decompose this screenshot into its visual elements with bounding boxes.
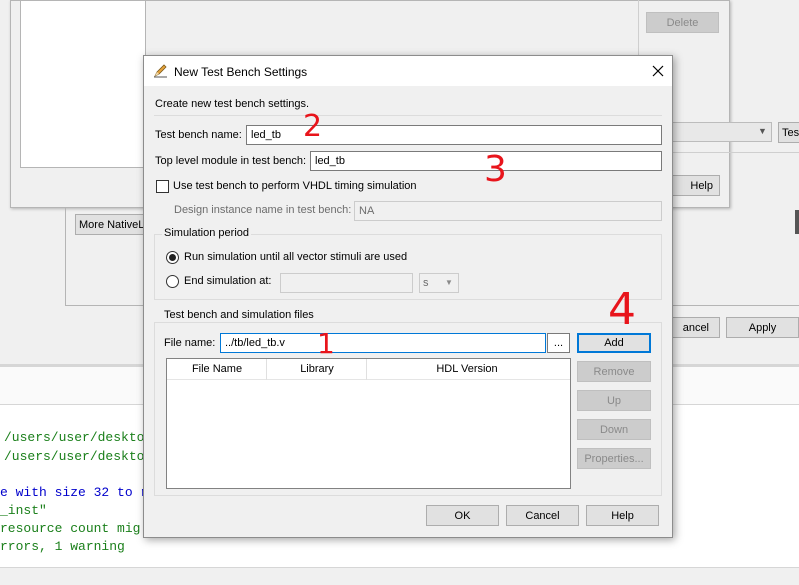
design-instance-label: Design instance name in test bench:	[174, 204, 352, 216]
test-bench-dialog: New Test Bench Settings Create new test …	[143, 55, 673, 538]
console-line-4: _inst"	[0, 503, 47, 518]
up-button[interactable]: Up	[577, 390, 651, 411]
console-line-5: resource count mig	[0, 521, 141, 536]
add-button[interactable]: Add	[577, 333, 651, 353]
bg-test-button[interactable]: Tes	[778, 122, 799, 143]
bg-delete-button[interactable]: Delete	[646, 12, 719, 33]
dialog-title: New Test Bench Settings	[174, 65, 308, 79]
bg-apply-button[interactable]: Apply	[726, 317, 799, 338]
bg-native-link-button[interactable]: More NativeLi	[75, 214, 150, 235]
browse-button[interactable]: ...	[547, 333, 570, 353]
bg-combo[interactable]	[672, 122, 772, 142]
column-file-name[interactable]: File Name	[167, 363, 267, 375]
help-button[interactable]: Help	[586, 505, 659, 526]
annotation-number-4: 4	[608, 284, 636, 335]
pencil-icon	[154, 64, 167, 78]
chevron-down-icon: ▼	[758, 126, 767, 136]
file-name-input[interactable]: ../tb/led_tb.v	[220, 333, 546, 353]
properties-button[interactable]: Properties...	[577, 448, 651, 469]
remove-button[interactable]: Remove	[577, 361, 651, 382]
ok-button[interactable]: OK	[426, 505, 499, 526]
annotation-number-1: 1	[317, 327, 335, 360]
tb-name-label: Test bench name:	[155, 129, 242, 141]
console-line-2: /users/user/deskto	[4, 449, 145, 464]
annotation-number-2: 2	[303, 109, 323, 144]
dialog-intro: Create new test bench settings.	[155, 98, 310, 110]
time-unit-select[interactable]: s	[419, 273, 459, 293]
design-instance-input[interactable]: NA	[354, 201, 662, 221]
intro-divider	[154, 115, 662, 116]
chevron-down-icon: ▼	[445, 278, 453, 287]
file-name-label: File name:	[164, 337, 216, 349]
console-line-3: e with size 32 to r	[0, 485, 149, 500]
end-simulation-radio[interactable]	[166, 275, 179, 288]
console-line-6: rrors, 1 warning	[0, 539, 125, 554]
simulation-period-title: Simulation period	[162, 227, 251, 239]
vhdl-timing-label: Use test bench to perform VHDL timing si…	[173, 180, 417, 192]
end-simulation-label: End simulation at:	[184, 275, 272, 287]
files-group-title: Test bench and simulation files	[162, 309, 316, 321]
bg-bottom-bar	[0, 567, 799, 585]
run-until-stimuli-label: Run simulation until all vector stimuli …	[184, 251, 408, 263]
console-line-1: /users/user/deskto	[4, 430, 145, 445]
column-library[interactable]: Library	[267, 363, 367, 375]
close-icon[interactable]	[651, 64, 665, 78]
top-module-label: Top level module in test bench:	[155, 155, 307, 167]
cancel-button[interactable]: Cancel	[506, 505, 579, 526]
annotation-number-3: 3	[484, 149, 507, 190]
bg-line	[672, 152, 799, 153]
down-button[interactable]: Down	[577, 419, 651, 440]
run-until-stimuli-radio[interactable]	[166, 251, 179, 264]
column-hdl-version[interactable]: HDL Version	[367, 363, 567, 375]
end-time-input[interactable]	[280, 273, 413, 293]
bg-list-area	[20, 0, 146, 168]
bg-right-edge	[795, 210, 799, 234]
vhdl-timing-checkbox[interactable]	[156, 180, 169, 193]
